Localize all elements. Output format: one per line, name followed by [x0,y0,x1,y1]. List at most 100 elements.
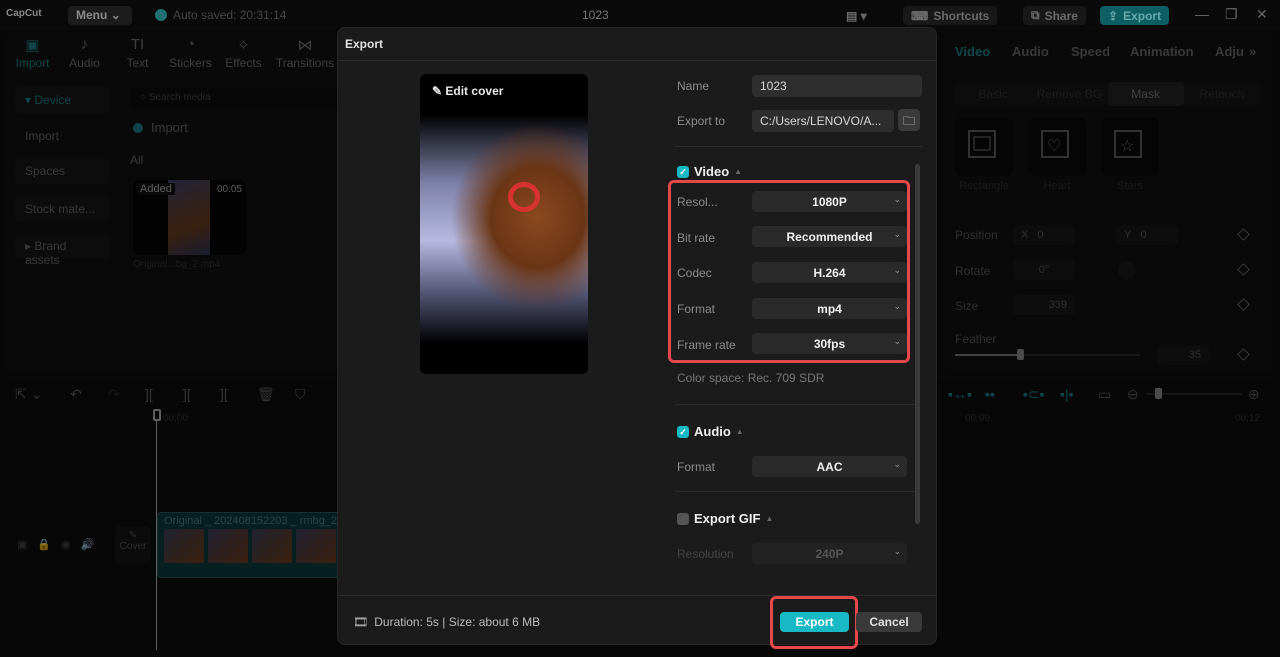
zoom-out-icon[interactable]: ⊖ [1127,386,1139,403]
sidebar-item-spaces[interactable]: Spaces [15,158,109,184]
tab-adjust[interactable]: Adju [1215,44,1244,59]
tab-video[interactable]: Video [955,44,990,59]
codec-select[interactable]: H.264 ⌄ [752,262,907,283]
feather-slider-track[interactable] [955,354,1140,356]
tool-import[interactable]: ▣ Import [5,36,60,70]
keyframe-icon[interactable] [1237,263,1250,276]
redo-icon[interactable]: ↷ [108,386,120,403]
undo-icon[interactable]: ↶ [70,386,82,403]
sidebar-item-brand-assets[interactable]: ▸ Brand assets [15,233,109,267]
top-export-button[interactable]: ⇪ Export [1100,6,1170,25]
marker-icon[interactable]: ⛉ [295,386,306,403]
media-thumbnail[interactable]: Added 00:05 [133,180,246,255]
mask-stars[interactable]: ☆ [1101,118,1159,176]
zoom-slider-handle[interactable] [1155,388,1162,399]
y-label: Y [1124,229,1132,241]
keyframe-icon[interactable] [1237,298,1250,311]
feather-input[interactable]: 35 [1157,345,1209,365]
split-left-icon[interactable]: ][ [183,386,191,402]
tool-transitions[interactable]: ⋈ Transitions [273,36,337,70]
sidebar-item-stock[interactable]: Stock mate... [15,196,109,222]
framerate-value: 30fps [813,337,846,351]
check-icon [155,9,167,21]
gif-section-header[interactable]: Export GIF ▲ [677,511,773,526]
settings-scrollbar[interactable] [915,164,920,524]
shortcuts-button[interactable]: ⌨ Shortcuts [903,6,998,25]
layout-button[interactable]: ▤ ▾ [838,6,875,25]
feather-slider-handle[interactable] [1017,349,1024,360]
subtab-retouch[interactable]: Retouch [1184,82,1260,106]
cover-preview[interactable]: ✎ Edit cover [420,74,588,374]
mask-rectangle[interactable] [955,118,1013,176]
audio-checkbox[interactable]: ✓ [677,425,689,438]
cancel-button[interactable]: Cancel [856,612,922,632]
tool-text[interactable]: TI Text [110,36,165,70]
chain-icon[interactable]: ▪⊂▪ [1023,386,1045,403]
sidebar-item-device[interactable]: ▾ Device [15,87,109,113]
chevron-down-icon: ⌄ [893,229,901,239]
speaker-icon[interactable]: 🔊 [81,539,105,551]
share-button[interactable]: ⧉ Share [1023,6,1086,25]
subtab-remove-bg[interactable]: Remove BG [1031,82,1107,106]
track-icon[interactable]: ▣ [17,539,37,551]
position-y-input[interactable]: Y 0 [1116,225,1178,245]
position-x-input[interactable]: X 0 [1013,225,1075,245]
name-input[interactable]: 1023 [752,75,922,97]
audio-format-select[interactable]: AAC ⌄ [752,456,907,477]
more-tabs-icon[interactable]: » [1249,44,1256,59]
select-tool-icon[interactable]: ⇱ ⌄ [15,386,42,403]
zoom-in-icon[interactable]: ⊕ [1248,386,1260,403]
tab-audio[interactable]: Audio [1012,44,1049,59]
framerate-select[interactable]: 30fps ⌄ [752,333,907,354]
sidebar-item-import[interactable]: Import [15,123,109,149]
folder-browse-button[interactable]: 🗀 [898,109,920,131]
tool-audio[interactable]: ♪ Audio [57,36,112,70]
cover-button[interactable]: ✎ Cover [115,526,151,564]
mask-label: Rectangle [959,180,1009,192]
delete-icon[interactable]: 🗑 [257,386,275,403]
minimize-icon[interactable]: — [1195,6,1209,22]
gif-checkbox[interactable] [677,512,689,525]
keyframe-icon[interactable] [1237,228,1250,241]
split-track-icon[interactable]: ▪|▪ [1060,386,1074,402]
link-icon[interactable]: ▪↔▪ [948,386,972,402]
import-button[interactable]: Import [133,120,188,135]
tab-animation[interactable]: Animation [1130,44,1194,59]
video-section-header[interactable]: ✓ Video ▲ [677,164,742,179]
resolution-select[interactable]: 1080P ⌄ [752,191,907,212]
keyframe-icon[interactable] [1237,348,1250,361]
divider [675,491,915,492]
effects-icon: ✧ [237,37,250,54]
tool-stickers[interactable]: ◔ Stickers [163,36,218,70]
playhead-handle[interactable] [153,409,161,421]
video-clip[interactable]: Original _ 202408152203 _ rmbg_2.mp4 [157,512,347,578]
restore-icon[interactable]: ❐ [1225,6,1238,23]
magnet-icon[interactable]: ▪▪ [985,386,995,402]
video-checkbox[interactable]: ✓ [677,165,689,178]
mask-heart[interactable]: ♡ [1028,118,1086,176]
rotate-label: Rotate [955,264,991,278]
edit-cover-button[interactable]: ✎ Edit cover [432,84,503,98]
split-icon[interactable]: ][ [145,386,153,402]
split-right-icon[interactable]: ][ [220,386,228,402]
size-input[interactable]: 339 [1013,295,1075,315]
gif-resolution-select[interactable]: 240P ⌄ [752,543,907,564]
menu-button[interactable]: Menu ⌄ [68,6,132,25]
export-path-input[interactable]: C:/Users/LENOVO/A... [752,110,894,132]
pencil-icon: ✎ [128,530,138,541]
format-select[interactable]: mp4 ⌄ [752,298,907,319]
tab-speed[interactable]: Speed [1071,44,1110,59]
subtab-mask[interactable]: Mask [1107,82,1184,106]
export-button[interactable]: Export [780,612,849,632]
rotate-dial[interactable] [1118,261,1136,279]
tool-effects[interactable]: ✧ Effects [216,36,271,70]
close-icon[interactable]: ✕ [1256,6,1268,23]
preview-icon[interactable]: ▭ [1098,386,1111,403]
eye-icon[interactable]: ◉ [61,539,81,551]
search-media-input[interactable]: ○ Search media [130,87,340,109]
lock-icon[interactable]: 🔒 [37,539,61,551]
rotate-input[interactable]: 0° [1013,260,1075,280]
bitrate-select[interactable]: Recommended ⌄ [752,226,907,247]
audio-section-header[interactable]: ✓ Audio ▲ [677,424,744,439]
subtab-basic[interactable]: Basic [955,82,1031,106]
